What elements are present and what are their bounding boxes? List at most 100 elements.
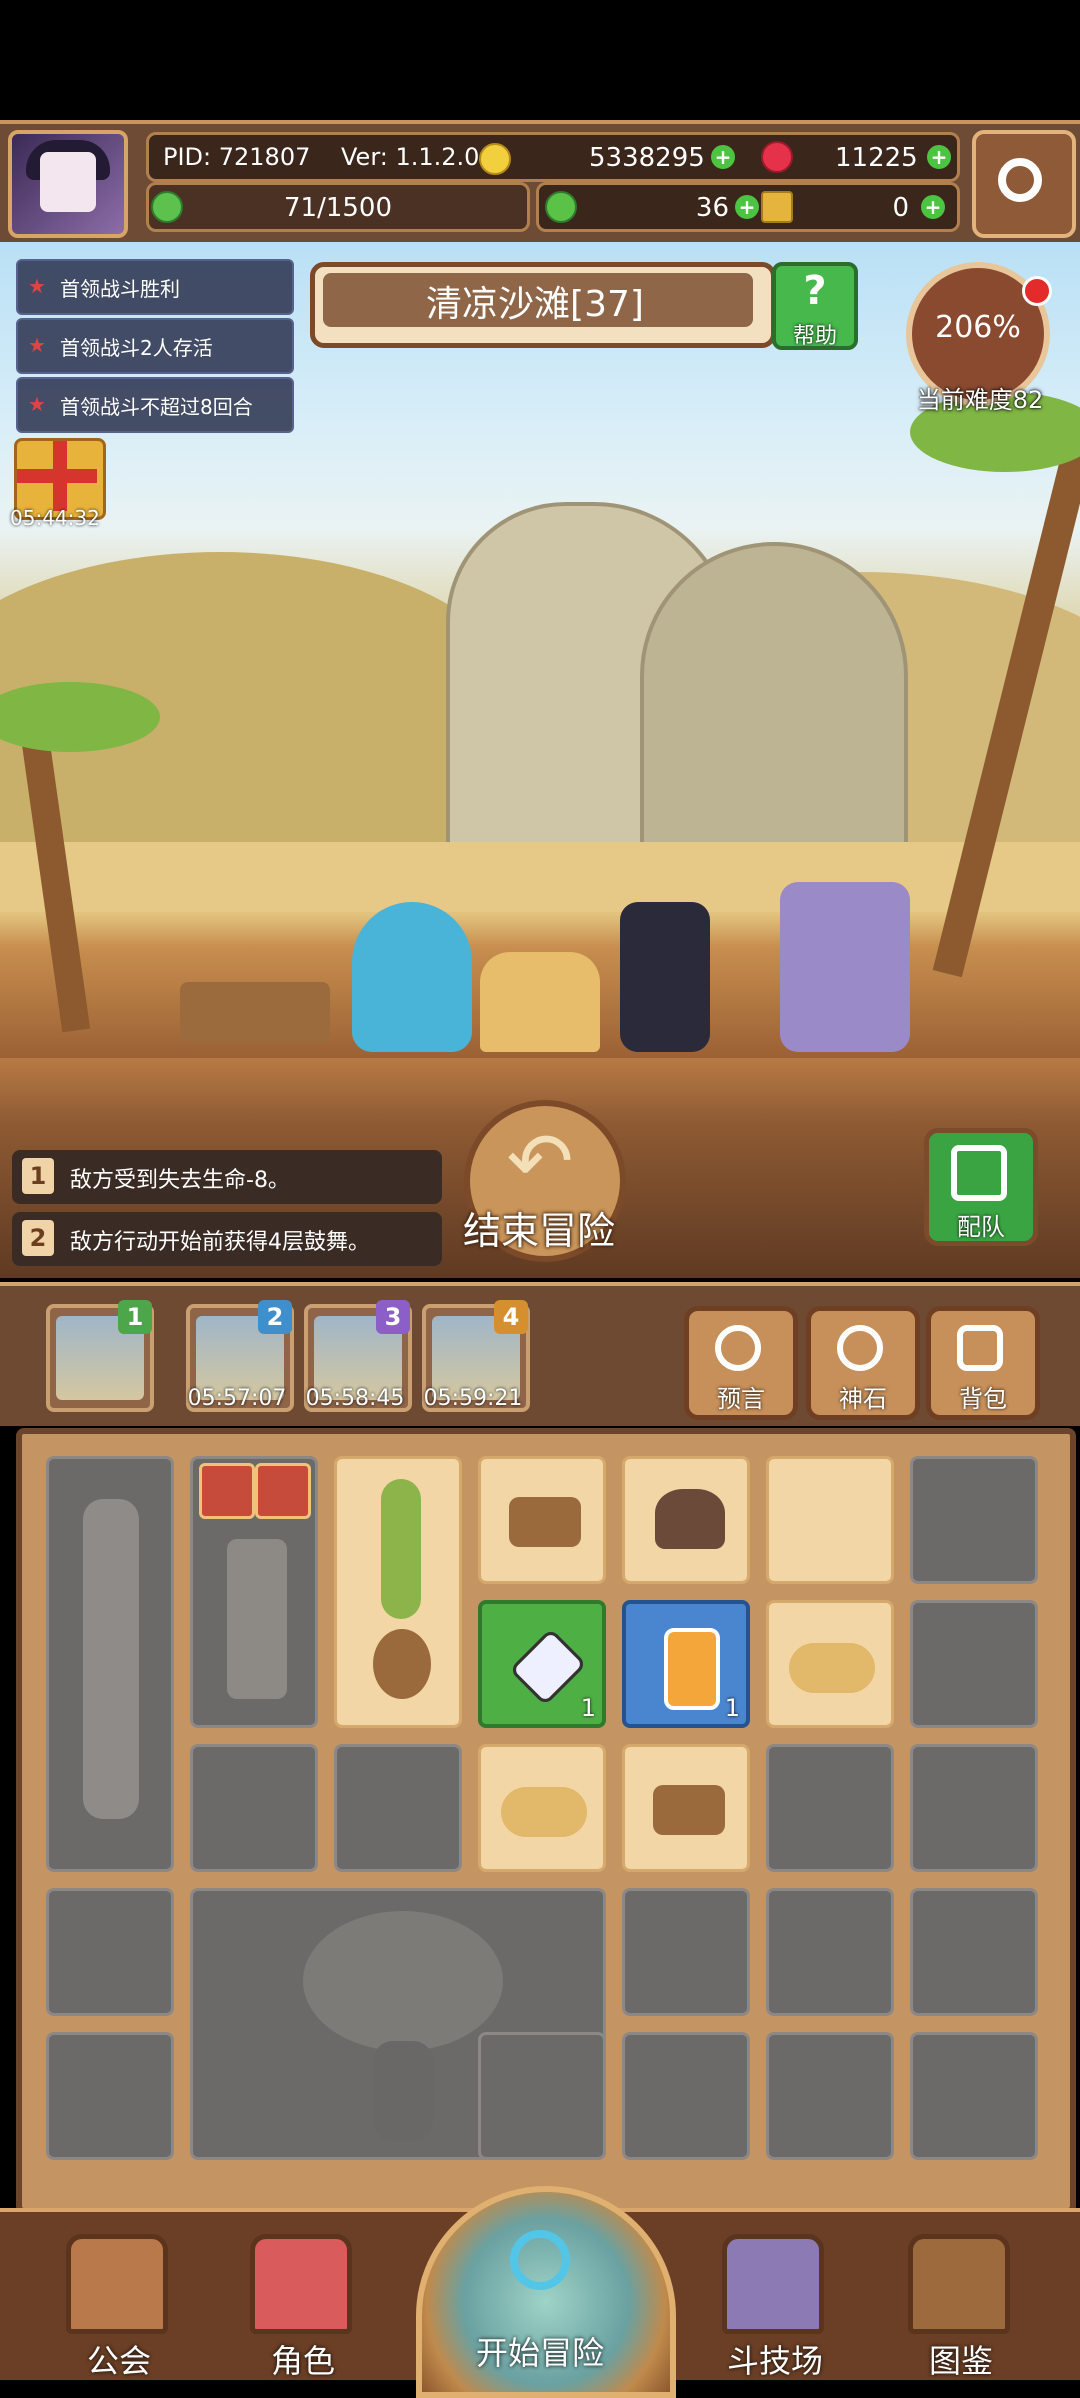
pillar-item-slot[interactable] bbox=[46, 1456, 174, 1872]
avatar-face bbox=[40, 152, 96, 212]
effect-text: 敌方受到失去生命-8。 bbox=[70, 1168, 290, 1193]
key-amount: 0 bbox=[892, 193, 909, 223]
inventory-cell[interactable] bbox=[622, 1744, 750, 1872]
character-icon bbox=[250, 2234, 352, 2334]
quest-item: ★ 首领战斗2人存活 bbox=[16, 318, 294, 374]
settings-button[interactable] bbox=[972, 130, 1076, 238]
crystal-item-slot[interactable]: 1 bbox=[478, 1600, 606, 1728]
crossed-swords-icon bbox=[722, 2234, 824, 2334]
end-adventure-button[interactable]: ↶ 结束冒险 bbox=[456, 1100, 626, 1262]
coconut-sprout-item bbox=[373, 1629, 431, 1699]
cooking-pot-item bbox=[655, 1489, 725, 1549]
tool-label: 背包 bbox=[959, 1385, 1007, 1413]
star-icon bbox=[255, 1463, 311, 1519]
gold-amount: 5338295 bbox=[589, 143, 705, 173]
quest-label: 首领战斗2人存活 bbox=[60, 336, 213, 360]
card-timer: 05:59:21 bbox=[423, 1386, 523, 1411]
gold-coin-icon bbox=[479, 143, 511, 175]
sand bbox=[0, 842, 1080, 912]
add-gem-icon[interactable]: + bbox=[927, 145, 951, 169]
inventory-cell[interactable] bbox=[478, 1744, 606, 1872]
card-slot-1[interactable]: 1 bbox=[46, 1300, 154, 1412]
prophecy-button[interactable]: 预言 bbox=[684, 1306, 798, 1420]
nav-character[interactable]: 角色 bbox=[228, 2220, 378, 2380]
effect-number: 1 bbox=[22, 1158, 54, 1194]
plant-item-slot[interactable] bbox=[334, 1456, 462, 1728]
inventory-cell[interactable] bbox=[622, 1888, 750, 2016]
nav-guild[interactable]: 公会 bbox=[44, 2220, 194, 2380]
effect-row: 1 敌方受到失去生命-8。 bbox=[12, 1150, 442, 1204]
lock-icon bbox=[199, 1463, 255, 1519]
inventory-cell[interactable] bbox=[478, 2032, 606, 2160]
add-gold-icon[interactable]: + bbox=[711, 145, 735, 169]
inventory-cell[interactable] bbox=[46, 2032, 174, 2160]
star-icon: ★ bbox=[28, 274, 46, 298]
bunny-knight-character bbox=[780, 882, 910, 1052]
inventory-cell[interactable] bbox=[766, 1888, 894, 2016]
inventory-cell[interactable] bbox=[622, 2032, 750, 2160]
backpack-icon bbox=[957, 1325, 1003, 1371]
difficulty-percent: 206% bbox=[935, 310, 1021, 345]
start-adventure-button[interactable]: 开始冒险 bbox=[404, 2180, 676, 2398]
chest-item bbox=[653, 1785, 725, 1835]
card-badge: 1 bbox=[118, 1300, 152, 1334]
add-key-icon[interactable]: + bbox=[921, 195, 945, 219]
effect-number: 2 bbox=[22, 1220, 54, 1256]
nav-label: 角色 bbox=[270, 2342, 335, 2380]
rock-item-slot[interactable] bbox=[190, 1456, 318, 1728]
divine-stone-button[interactable]: 神石 bbox=[806, 1306, 920, 1420]
team-label: 配队 bbox=[957, 1213, 1005, 1241]
inventory-cell[interactable] bbox=[910, 1888, 1038, 2016]
inventory-cell[interactable] bbox=[910, 2032, 1038, 2160]
inventory-cell[interactable] bbox=[478, 1456, 606, 1584]
guild-icon bbox=[66, 2234, 168, 2334]
star-icon: ★ bbox=[28, 392, 46, 416]
sand-pile-item bbox=[789, 1643, 875, 1693]
backpack-button[interactable]: 背包 bbox=[926, 1306, 1040, 1420]
team-button[interactable]: 配队 bbox=[924, 1128, 1038, 1246]
inventory-cell[interactable] bbox=[766, 1456, 894, 1584]
player-avatar[interactable] bbox=[8, 130, 128, 238]
book-icon bbox=[908, 2234, 1010, 2334]
inventory-cell[interactable] bbox=[46, 1888, 174, 2016]
star-icon: ★ bbox=[28, 333, 46, 357]
effect-text: 敌方行动开始前获得4层鼓舞。 bbox=[70, 1230, 370, 1255]
return-arrow-icon: ↶ bbox=[506, 1115, 574, 1208]
gem-amount: 11225 bbox=[835, 143, 918, 173]
inventory-cell[interactable] bbox=[622, 1456, 750, 1584]
stage-banner: 清凉沙滩[37] bbox=[310, 262, 776, 348]
mushroom-mage-character bbox=[352, 902, 472, 1052]
version-text: Ver: 1.1.2.0 bbox=[341, 143, 480, 171]
energy-bar: 71/1500 bbox=[146, 182, 530, 232]
tool-label: 神石 bbox=[839, 1385, 887, 1413]
inventory-cell[interactable] bbox=[766, 2032, 894, 2160]
inventory-cell[interactable] bbox=[910, 1600, 1038, 1728]
gear-icon bbox=[998, 158, 1042, 202]
clover-icon bbox=[545, 191, 577, 223]
help-button[interactable]: ? 帮助 bbox=[772, 262, 858, 350]
inventory-cell[interactable] bbox=[766, 1600, 894, 1728]
help-label: 帮助 bbox=[792, 324, 837, 349]
potion-bottle-item bbox=[664, 1628, 720, 1710]
potion-item-slot[interactable]: 1 bbox=[622, 1600, 750, 1728]
nav-label: 图鉴 bbox=[928, 2342, 993, 2380]
fruit-basket bbox=[180, 982, 330, 1042]
nav-codex[interactable]: 图鉴 bbox=[886, 2220, 1036, 2380]
inventory-cell[interactable] bbox=[334, 1744, 462, 1872]
question-icon: ? bbox=[803, 268, 827, 314]
inventory-cell[interactable] bbox=[910, 1456, 1038, 1584]
gift-timer: 05:44:32 bbox=[10, 506, 100, 530]
sprout-leaves bbox=[381, 1479, 421, 1619]
difficulty-label: 当前难度82 bbox=[916, 386, 1044, 414]
nav-arena[interactable]: 斗技场 bbox=[700, 2220, 850, 2380]
dark-hair-character bbox=[620, 902, 710, 1052]
inventory-cell[interactable] bbox=[190, 1744, 318, 1872]
nav-label: 开始冒险 bbox=[475, 2334, 604, 2372]
add-clover-icon[interactable]: + bbox=[735, 195, 759, 219]
sandcastle bbox=[480, 952, 600, 1052]
notification-dot bbox=[1022, 276, 1052, 306]
quest-label: 首领战斗胜利 bbox=[60, 277, 180, 301]
inventory-cell[interactable] bbox=[766, 1744, 894, 1872]
key-icon bbox=[761, 191, 793, 223]
inventory-cell[interactable] bbox=[910, 1744, 1038, 1872]
